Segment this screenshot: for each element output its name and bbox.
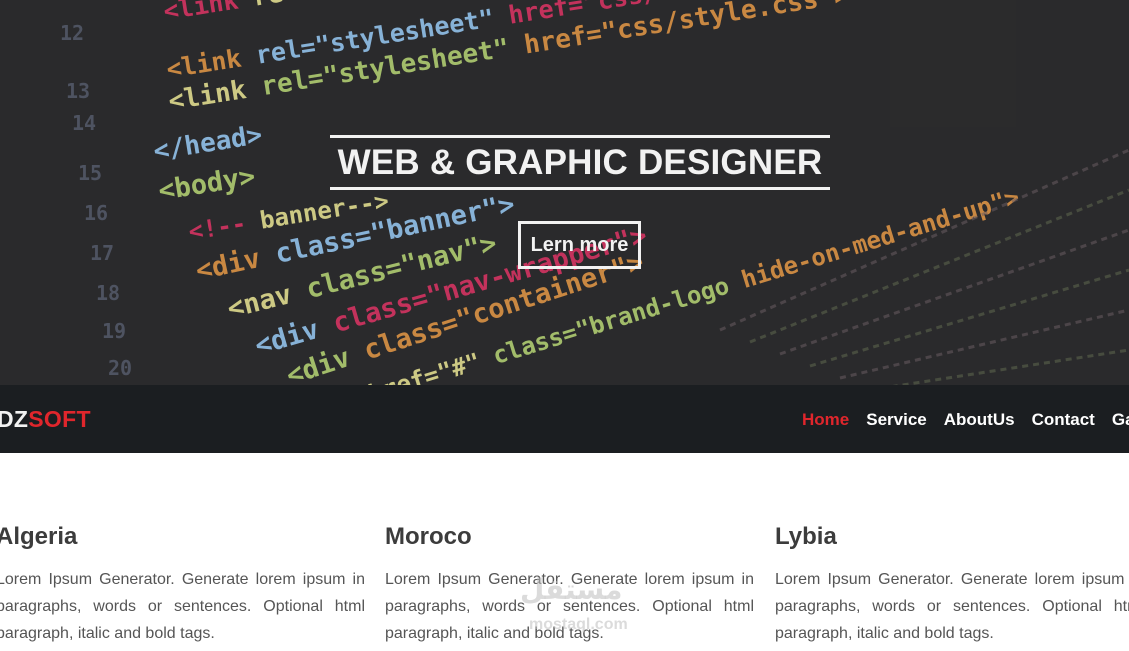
brand-logo[interactable]: DZSOFT: [0, 405, 91, 433]
hero-overlay: [0, 0, 1129, 385]
learn-more-button[interactable]: Lern more: [518, 221, 641, 269]
country-card-algeria: Algeria Lorem Ipsum Generator. Generate …: [0, 520, 366, 647]
nav-link-contact[interactable]: Contact: [1032, 410, 1095, 429]
country-title: Moroco: [385, 523, 472, 550]
country-card-moroco: Moroco Lorem Ipsum Generator. Generate l…: [385, 520, 755, 647]
main-navbar: DZSOFT Home Service AboutUs Contact Ga: [0, 385, 1129, 453]
brand-logo-part2: SOFT: [28, 406, 91, 432]
country-title: Algeria: [0, 523, 78, 550]
hero-banner: 12<link rel="stylesheet" href="/css/anim…: [0, 0, 1129, 385]
nav-link-home[interactable]: Home: [802, 410, 849, 429]
nav-link-service[interactable]: Service: [866, 410, 927, 429]
hero-title: WEB & GRAPHIC DESIGNER: [330, 135, 830, 190]
country-description: Lorem Ipsum Generator. Generate lorem ip…: [385, 571, 754, 642]
country-description: Lorem Ipsum Generator. Generate lorem ip…: [0, 571, 365, 642]
nav-links: Home Service AboutUs Contact Ga: [802, 409, 1129, 431]
country-card-lybia: Lybia Lorem Ipsum Generator. Generate lo…: [775, 520, 1129, 647]
country-title: Lybia: [775, 523, 837, 550]
nav-link-aboutus[interactable]: AboutUs: [944, 410, 1015, 429]
country-description: Lorem Ipsum Generator. Generate lorem ip…: [775, 571, 1129, 642]
nav-link-gallery[interactable]: Ga: [1112, 410, 1129, 429]
brand-logo-part1: DZ: [0, 406, 29, 432]
